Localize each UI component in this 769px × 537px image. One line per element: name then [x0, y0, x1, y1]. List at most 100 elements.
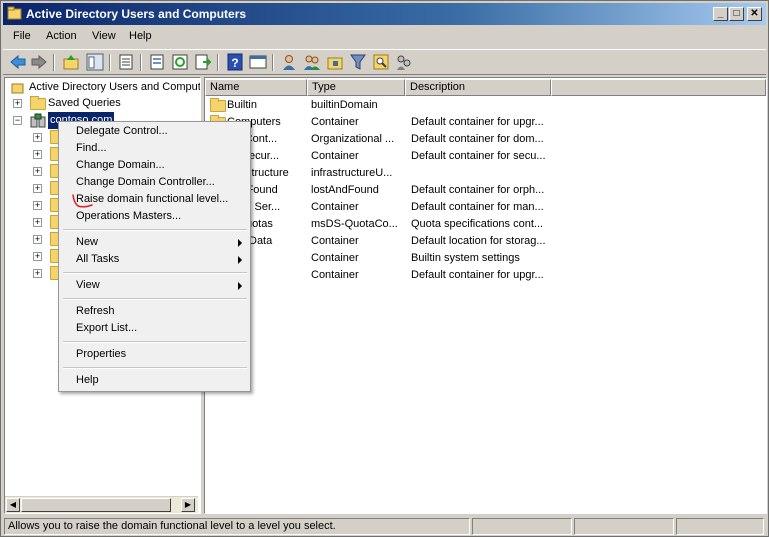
menu-separator [63, 298, 247, 300]
list-item[interactable]: Computers Container Default container for … [205, 114, 766, 131]
menu-separator [63, 341, 247, 343]
details-pane[interactable]: Name Type Description Builtin builtinDoma… [204, 77, 767, 514]
menu-view[interactable]: View [92, 30, 116, 42]
refresh-icon[interactable] [171, 53, 189, 71]
console-icon[interactable] [249, 53, 267, 71]
export-icon[interactable] [194, 53, 212, 71]
help-icon[interactable]: ? [226, 53, 244, 71]
collapse-icon[interactable]: − [13, 116, 22, 125]
cell-description: Default container for upgr... [411, 116, 544, 128]
column-header-name[interactable]: Name [205, 79, 307, 96]
cell-type: builtinDomain [311, 99, 378, 111]
scroll-left-icon[interactable]: ◀ [6, 498, 20, 512]
menu-item-change-domain-controller[interactable]: Change Domain Controller... [61, 174, 248, 191]
cell-type: Container [311, 269, 359, 281]
cell-description: Default location for storag... [411, 235, 546, 247]
status-bar: Allows you to raise the domain functiona… [3, 517, 766, 536]
tree-root-label: Active Directory Users and Computers [29, 81, 201, 93]
new-user-icon[interactable] [280, 53, 298, 71]
menu-file[interactable]: File [13, 30, 31, 42]
folder-icon [210, 98, 226, 112]
cell-name: Builtin [227, 99, 257, 111]
expand-icon[interactable]: + [13, 99, 22, 108]
status-panel-4 [676, 518, 764, 535]
list-item[interactable]: sContainerDefault container for upgr... [205, 267, 766, 284]
column-header-description[interactable]: Description [405, 79, 551, 96]
cell-description: Default container for man... [411, 201, 544, 213]
menu-action[interactable]: Action [46, 30, 77, 42]
menu-help[interactable]: Help [129, 30, 152, 42]
show-hide-tree-icon[interactable] [86, 53, 104, 71]
menu-item-help[interactable]: Help [61, 372, 248, 389]
add-to-group-icon[interactable] [395, 53, 413, 71]
toolbar-separator [140, 54, 142, 71]
export-list-icon[interactable] [148, 53, 166, 71]
tree-horizontal-scrollbar[interactable]: ◀ ▶ [5, 496, 198, 513]
expand-icon[interactable]: + [33, 269, 42, 278]
list-item[interactable]: aged Ser... Container Default container fo… [205, 199, 766, 216]
menu-item-all-tasks[interactable]: All Tasks [61, 251, 248, 268]
properties-icon[interactable] [117, 53, 135, 71]
filter-icon[interactable] [349, 53, 367, 71]
menu-separator [63, 272, 247, 274]
forward-icon[interactable] [30, 53, 48, 71]
menu-item-delegate-control[interactable]: Delegate Control... [61, 123, 248, 140]
expand-icon[interactable]: + [33, 218, 42, 227]
cell-type: Organizational ... [311, 133, 395, 145]
toolbar-separator [272, 54, 274, 71]
list-item[interactable]: nfrastructure infrastructureU... [205, 165, 766, 182]
back-icon[interactable] [9, 53, 27, 71]
aduc-root-icon [11, 83, 24, 94]
list-item[interactable]: emContainerBuiltin system settings [205, 250, 766, 267]
menu-item-new[interactable]: New [61, 234, 248, 251]
expand-icon[interactable]: + [33, 167, 42, 176]
close-button[interactable]: ✕ [747, 7, 762, 21]
cell-type: Container [311, 252, 359, 264]
expand-icon[interactable]: + [33, 235, 42, 244]
list-item[interactable]: S QuotasmsDS-QuotaCo...Quota specificati… [205, 216, 766, 233]
scroll-right-icon[interactable]: ▶ [181, 498, 195, 512]
status-panel-3 [574, 518, 674, 535]
list-item[interactable]: ignSecur... Container Default container fo… [205, 148, 766, 165]
menu-separator [63, 367, 247, 369]
menu-item-export-list[interactable]: Export List... [61, 320, 248, 337]
menu-item-find[interactable]: Find... [61, 140, 248, 157]
status-panel-2 [472, 518, 572, 535]
list-item[interactable]: AndFound lostAndFound Default container fo… [205, 182, 766, 199]
toolbar-separator [53, 54, 55, 71]
list-item[interactable]: ain Cont... Organizational ... Default con… [205, 131, 766, 148]
list-item[interactable]: Builtin builtinDomain [205, 97, 766, 114]
minimize-button[interactable]: _ [713, 7, 728, 21]
expand-icon[interactable]: + [33, 201, 42, 210]
menu-item-properties[interactable]: Properties [61, 346, 248, 363]
list-item[interactable]: ram DataContainerDefault location for st… [205, 233, 766, 250]
aduc-app-icon [7, 6, 22, 20]
menu-item-operations-masters[interactable]: Operations Masters... [61, 208, 248, 225]
expand-icon[interactable]: + [33, 184, 42, 193]
new-ou-icon[interactable] [326, 53, 344, 71]
cell-description: Default container for secu... [411, 150, 546, 162]
maximize-button[interactable]: □ [729, 7, 744, 21]
expand-icon[interactable]: + [33, 133, 42, 142]
up-level-icon[interactable] [62, 53, 80, 71]
expand-icon[interactable]: + [33, 252, 42, 261]
toolbar-separator [109, 54, 111, 71]
submenu-arrow-icon [238, 239, 242, 247]
menu-item-view[interactable]: View [61, 277, 248, 294]
cell-description: Default container for orph... [411, 184, 545, 196]
new-group-icon[interactable] [303, 53, 321, 71]
cell-description: Quota specifications cont... [411, 218, 544, 230]
menu-item-label: View [76, 279, 100, 291]
column-header-type[interactable]: Type [307, 79, 405, 96]
find-icon[interactable] [372, 53, 390, 71]
menu-bar: File Action View Help [3, 27, 766, 47]
svg-text:?: ? [231, 56, 238, 70]
menu-item-refresh[interactable]: Refresh [61, 303, 248, 320]
scroll-thumb[interactable] [21, 498, 171, 512]
menu-item-change-domain[interactable]: Change Domain... [61, 157, 248, 174]
expand-icon[interactable]: + [33, 150, 42, 159]
cell-type: lostAndFound [311, 184, 379, 196]
column-header-filler [551, 79, 766, 96]
title-bar[interactable]: Active Directory Users and Computers _ □… [3, 3, 766, 25]
cell-description: Default container for dom... [411, 133, 544, 145]
